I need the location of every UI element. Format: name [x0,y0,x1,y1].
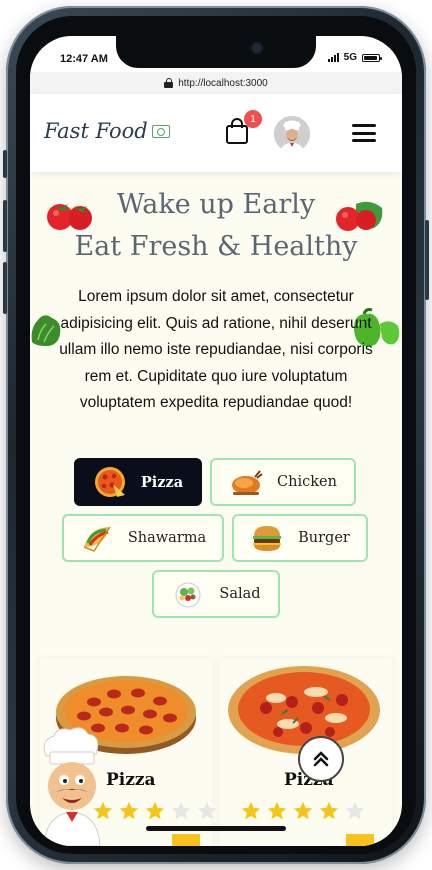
signal-icon [327,53,339,62]
rating-stars [92,800,218,822]
url-text: http://localhost:3000 [178,77,268,89]
category-chip-chicken[interactable]: Chicken [210,458,356,506]
home-indicator[interactable] [146,826,286,831]
brand-name: Fast Food [44,119,148,143]
price-strip [346,834,374,846]
category-chip-shawarma[interactable]: Shawarma [62,514,224,562]
star-empty-icon [345,801,365,820]
chicken-icon [232,470,263,495]
star-filled-icon [319,801,339,820]
status-indicators: 5G [327,52,382,63]
burger-icon [253,526,282,551]
star-filled-icon [241,801,261,820]
hero-title-line: Eat Fresh & Healthy [74,231,358,262]
hamburger-menu-icon[interactable] [352,124,376,142]
address-bar[interactable]: http://localhost:3000 [30,72,402,94]
star-empty-icon [197,801,217,820]
rating-stars [240,800,366,822]
star-filled-icon [293,801,313,820]
screen: 12:47 AM 5G http://localhost:3000 Fast F… [30,36,402,846]
category-chip-salad[interactable]: Salad [152,570,280,618]
battery-icon [362,53,382,62]
navbar: Fast Food 1 [30,94,402,172]
hero-description: Lorem ipsum dolor sit amet, consectetur … [59,288,373,411]
status-time: 12:47 AM [60,53,108,65]
price-strip [172,834,200,846]
product-name: Pizza [106,770,156,790]
category-label: Pizza [140,473,184,491]
page: 12:47 AM 5G http://localhost:3000 Fast F… [0,0,432,870]
hero-title: Wake up Early Eat Fresh & Healthy [30,184,402,268]
brand-logo[interactable]: Fast Food [44,119,170,143]
side-button [3,200,7,252]
side-button [3,262,7,314]
notch [116,36,316,68]
side-button [3,150,7,178]
network-label: 5G [343,52,357,63]
star-filled-icon [267,801,287,820]
salad-icon [175,582,201,608]
cart-count-badge: 1 [244,110,262,128]
shawarma-icon [83,526,111,552]
avatar[interactable] [274,116,310,152]
star-empty-icon [171,801,191,820]
star-filled-icon [145,801,165,820]
side-button [425,220,429,300]
hero-title-line: Wake up Early [116,189,316,220]
category-label: Burger [298,530,350,546]
category-label: Chicken [277,474,337,490]
star-filled-icon [119,801,139,820]
double-chevron-up-icon [313,751,329,767]
scroll-to-top-button[interactable] [298,736,344,782]
money-icon [151,124,170,138]
status-bar: 12:47 AM 5G [30,36,402,72]
pizza-icon [94,467,125,497]
category-chip-pizza[interactable]: Pizza [74,458,202,506]
category-label: Salad [219,586,261,602]
camera-icon [252,43,262,53]
chef-mascot [43,727,101,846]
category-chip-burger[interactable]: Burger [232,514,368,562]
lock-icon [164,78,174,88]
category-label: Shawarma [127,530,207,546]
